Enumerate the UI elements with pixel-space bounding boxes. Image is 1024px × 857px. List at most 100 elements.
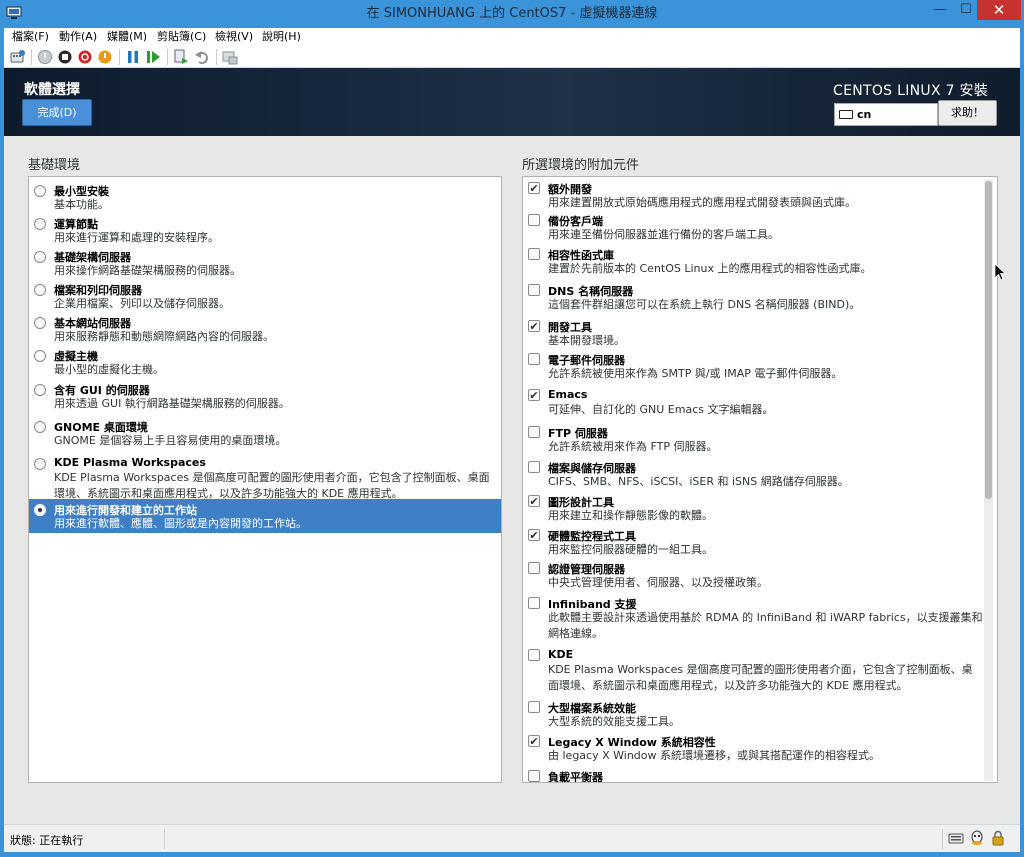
addon-option[interactable]: 檔案與儲存伺服器 CIFS、SMB、NFS、iSCSI、iSER 和 iSNS 網… <box>523 458 983 492</box>
addon-option[interactable]: DNS 名稱伺服器 這個套件群組讓您可以在系統上執行 DNS 名稱伺服器 (BIN… <box>523 281 983 317</box>
checkpoint-icon[interactable] <box>173 49 189 65</box>
addon-option[interactable]: ✔ 圖形設計工具 用來建立和操作靜態影像的軟體。 <box>523 492 983 526</box>
checkbox[interactable] <box>528 248 540 260</box>
addon-description: 由 legacy X Window 系統環境遷移，或與其搭配運作的相容程式。 <box>548 749 880 762</box>
checkbox[interactable] <box>528 214 540 226</box>
addon-description: 用來監控伺服器硬體的一組工具。 <box>548 543 713 556</box>
resume-icon[interactable] <box>145 49 161 65</box>
base-environment-option[interactable]: GNOME 桌面環境 GNOME 是個容易上手且容易使用的桌面環境。 <box>29 416 501 453</box>
installer-header: 軟體選擇 完成(D) CENTOS LINUX 7 安裝 cn 求助！ <box>4 68 1020 136</box>
status-text: 狀態: 正在執行 <box>10 834 84 847</box>
addon-option[interactable]: 大型檔案系統效能 大型系統的效能支援工具。 <box>523 698 983 732</box>
addon-option[interactable]: FTP 伺服器 允許系統被用來作為 FTP 伺服器。 <box>523 423 983 458</box>
keyboard-layout-label: cn <box>857 108 872 121</box>
menu-file[interactable]: 檔案(F) <box>12 28 49 46</box>
environment-description: 用來操作網路基礎架構服務的伺服器。 <box>54 264 241 277</box>
addon-option[interactable]: 備份客戶端 用來連至備份伺服器並進行備份的客戶端工具。 <box>523 211 983 245</box>
checkbox[interactable] <box>528 701 540 713</box>
base-environment-title: 基礎環境 <box>28 158 81 173</box>
minimize-button[interactable]: — <box>927 0 953 20</box>
environment-description: 用來進行運算和處理的安裝程序。 <box>54 231 219 244</box>
start-icon[interactable] <box>37 49 53 65</box>
menu-action[interactable]: 動作(A) <box>59 28 97 46</box>
environment-description: 基本功能。 <box>54 198 109 211</box>
addon-option[interactable]: ✔ 開發工具 基本開發環境。 <box>523 317 983 350</box>
mouse-cursor-icon <box>994 263 1006 281</box>
revert-icon[interactable] <box>194 49 210 65</box>
ctrl-alt-del-icon[interactable] <box>10 49 26 65</box>
checkbox[interactable] <box>528 597 540 609</box>
checkbox[interactable] <box>528 426 540 438</box>
base-environment-option[interactable]: 虛擬主機 最小型的虛擬化主機。 <box>29 345 501 379</box>
radio-button[interactable] <box>34 504 46 516</box>
turn-off-icon[interactable] <box>57 49 73 65</box>
power-icon[interactable] <box>97 49 113 65</box>
keyboard-layout-indicator[interactable]: cn <box>834 103 938 126</box>
status-bar: 狀態: 正在執行 <box>4 824 1020 852</box>
checkbox[interactable] <box>528 284 540 296</box>
addon-option[interactable]: KDE KDE Plasma Workspaces 是個高度可配置的圖形使用者介面… <box>523 646 983 698</box>
base-environment-option[interactable]: 檔案和列印伺服器 企業用檔案、列印以及儲存伺服器。 <box>29 279 501 312</box>
done-button[interactable]: 完成(D) <box>22 99 92 126</box>
checkbox[interactable]: ✔ <box>528 320 540 332</box>
enhanced-session-icon[interactable] <box>222 49 238 65</box>
addon-option[interactable]: ✔ 額外開發 用來建置開放式原始碼應用程式的應用程式開發表頭與函式庫。 <box>523 179 983 211</box>
checkbox[interactable]: ✔ <box>528 529 540 541</box>
radio-button[interactable] <box>34 384 46 396</box>
base-environment-option[interactable]: 含有 GUI 的伺服器 用來透過 GUI 執行網路基礎架構服務的伺服器。 <box>29 379 501 416</box>
base-environment-option[interactable]: 最小型安裝 基本功能。 <box>29 180 501 213</box>
keyboard-icon <box>839 110 853 119</box>
pause-icon[interactable] <box>125 49 141 65</box>
menu-help[interactable]: 說明(H) <box>262 28 301 46</box>
addon-description: 基本開發環境。 <box>548 334 625 347</box>
checkbox[interactable]: ✔ <box>528 735 540 747</box>
radio-button[interactable] <box>34 251 46 263</box>
menu-clipboard[interactable]: 剪貼簿(C) <box>157 28 206 46</box>
radio-button[interactable] <box>34 185 46 197</box>
checkbox[interactable] <box>528 461 540 473</box>
radio-button[interactable] <box>34 317 46 329</box>
title-bar[interactable]: 在 SIMONHUANG 上的 CentOS7 - 虛擬機器連線 — ☐ ✕ <box>0 0 1024 28</box>
base-environment-option[interactable]: 用來進行開發和建立的工作站 用來進行軟體、應體、圖形或是內容開發的工作站。 <box>29 499 501 533</box>
environment-name: KDE Plasma Workspaces <box>54 456 206 469</box>
addon-description: 用來連至備份伺服器並進行備份的客戶端工具。 <box>548 228 779 241</box>
checkbox[interactable] <box>528 353 540 365</box>
checkbox[interactable] <box>528 770 540 782</box>
checkbox[interactable]: ✔ <box>528 182 540 194</box>
addon-scrollbar[interactable] <box>984 179 993 781</box>
environment-description: 用來進行軟體、應體、圖形或是內容開發的工作站。 <box>54 517 307 530</box>
radio-button[interactable] <box>34 458 46 470</box>
addon-description: CIFS、SMB、NFS、iSCSI、iSER 和 iSNS 網路儲存伺服器。 <box>548 475 849 488</box>
menu-view[interactable]: 檢視(V) <box>215 28 253 46</box>
addon-option[interactable]: ✔ 硬體監控程式工具 用來監控伺服器硬體的一組工具。 <box>523 526 983 559</box>
checkbox[interactable] <box>528 562 540 574</box>
radio-button[interactable] <box>34 218 46 230</box>
base-environment-option[interactable]: 基本網站伺服器 用來服務靜態和動態網際網路內容的伺服器。 <box>29 312 501 345</box>
checkbox[interactable]: ✔ <box>528 495 540 507</box>
addon-option[interactable]: 相容性函式庫 建置於先前版本的 CentOS Linux 上的應用程式的相容性函式… <box>523 245 983 281</box>
addon-scrollbar-thumb[interactable] <box>985 181 992 499</box>
addon-option[interactable]: 負載平衡器 <box>523 767 983 783</box>
addon-option[interactable]: 電子郵件伺服器 允許系統被使用來作為 SMTP 與/或 IMAP 電子郵件伺服器。 <box>523 350 983 386</box>
addon-option[interactable]: Infiniband 支援 此軟體主要設計來透過使用基於 RDMA 的 Infin… <box>523 594 983 646</box>
close-button[interactable]: ✕ <box>977 0 1021 20</box>
shutdown-icon[interactable] <box>77 49 93 65</box>
base-environment-option[interactable]: 運算節點 用來進行運算和處理的安裝程序。 <box>29 213 501 246</box>
menu-media[interactable]: 媒體(M) <box>107 28 147 46</box>
addon-option[interactable]: 認證管理伺服器 中央式管理使用者、伺服器、以及授權政策。 <box>523 559 983 594</box>
radio-button[interactable] <box>34 350 46 362</box>
vm-connection-icon[interactable] <box>6 6 22 20</box>
base-environment-option[interactable]: KDE Plasma Workspaces KDE Plasma Workspac… <box>29 453 501 500</box>
addon-option[interactable]: ✔ Emacs 可延伸、自訂化的 GNU Emacs 文字編輯器。 <box>523 386 983 423</box>
vm-screen[interactable]: 軟體選擇 完成(D) CENTOS LINUX 7 安裝 cn 求助！ 基礎環境… <box>4 68 1020 824</box>
maximize-button[interactable]: ☐ <box>953 0 979 20</box>
radio-button[interactable] <box>34 421 46 433</box>
addon-list-panel: ✔ 額外開發 用來建置開放式原始碼應用程式的應用程式開發表頭與函式庫。 備份客戶端 用來… <box>522 176 998 783</box>
addon-option[interactable]: ✔ Legacy X Window 系統相容性由 legacy X Window … <box>523 732 983 767</box>
addon-name: 負載平衡器 <box>548 771 603 783</box>
base-environment-option[interactable]: 基礎架構伺服器 用來操作網路基礎架構服務的伺服器。 <box>29 246 501 279</box>
radio-button[interactable] <box>34 284 46 296</box>
checkbox[interactable] <box>528 649 540 661</box>
help-button[interactable]: 求助！ <box>938 100 997 126</box>
checkbox[interactable]: ✔ <box>528 389 540 401</box>
